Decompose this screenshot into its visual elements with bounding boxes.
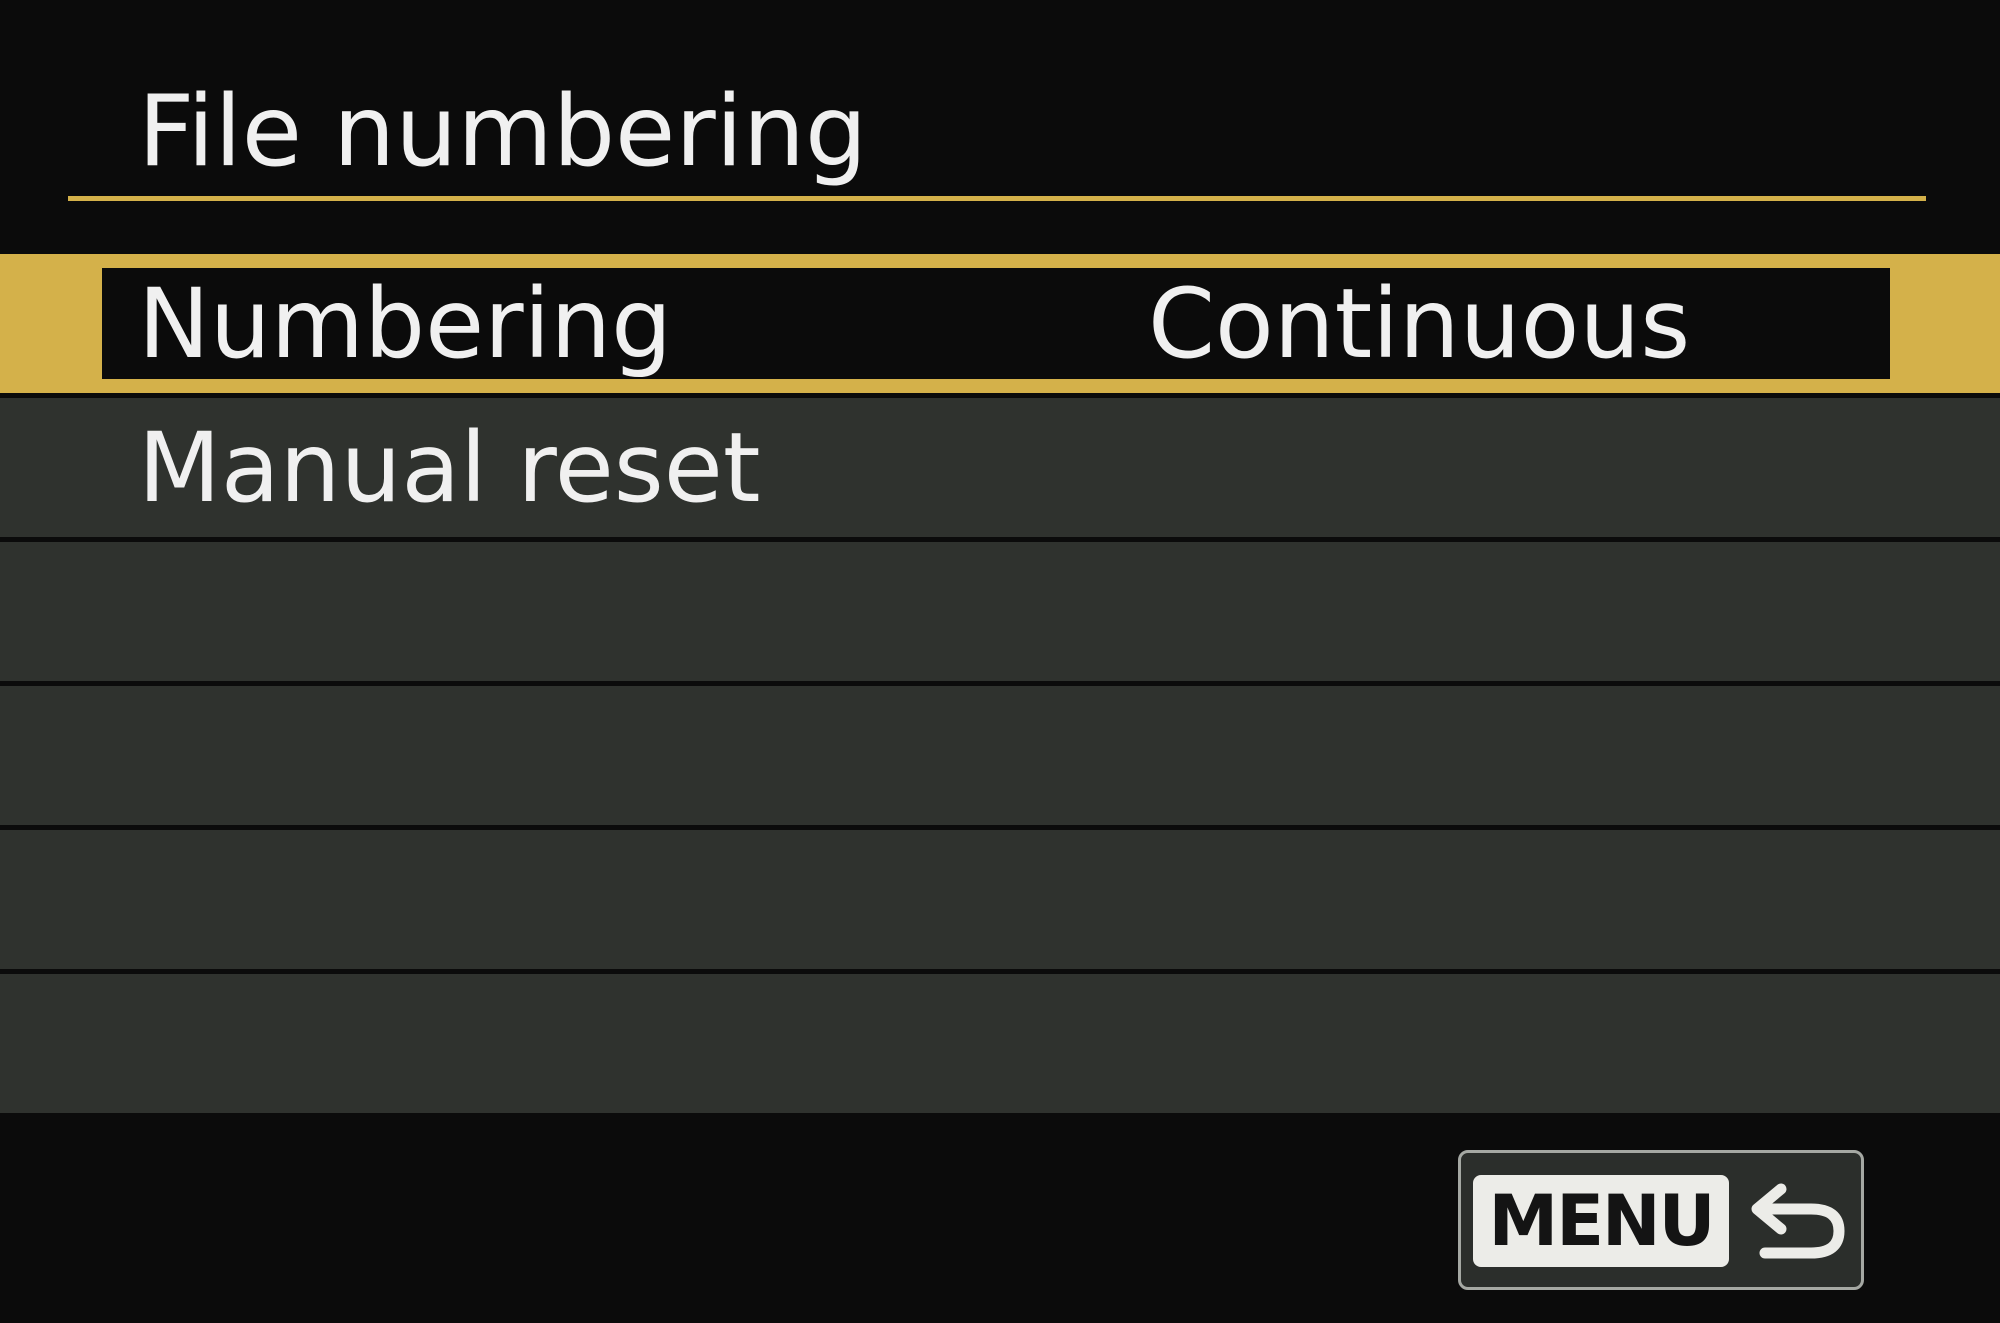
menu-button-label: MENU bbox=[1473, 1175, 1729, 1267]
title-divider bbox=[68, 196, 1926, 201]
menu-back-button[interactable]: MENU bbox=[1458, 1150, 1864, 1290]
menu-item-empty bbox=[0, 974, 2000, 1113]
menu-item-box bbox=[0, 830, 2000, 969]
menu-item-label: Manual reset bbox=[138, 412, 761, 524]
menu-item-box bbox=[0, 542, 2000, 681]
menu-item-empty bbox=[0, 542, 2000, 681]
menu-item-value: Continuous bbox=[1148, 268, 1691, 380]
menu-item-box bbox=[0, 974, 2000, 1113]
menu-item-manual-reset[interactable]: Manual reset bbox=[0, 398, 2000, 537]
menu-item-numbering[interactable]: Numbering Continuous bbox=[0, 254, 2000, 393]
selected-item-box: Numbering Continuous bbox=[102, 268, 1890, 380]
camera-menu-screen: File numbering Numbering Continuous Manu… bbox=[0, 0, 2000, 1323]
menu-item-box: Manual reset bbox=[0, 398, 2000, 537]
return-arrow-icon bbox=[1751, 1183, 1845, 1259]
menu-item-empty bbox=[0, 686, 2000, 825]
menu-item-box bbox=[0, 686, 2000, 825]
menu-item-empty bbox=[0, 830, 2000, 969]
page-title: File numbering bbox=[138, 75, 868, 189]
menu-list: Numbering Continuous Manual reset bbox=[0, 254, 2000, 1118]
menu-item-label: Numbering bbox=[138, 268, 673, 380]
